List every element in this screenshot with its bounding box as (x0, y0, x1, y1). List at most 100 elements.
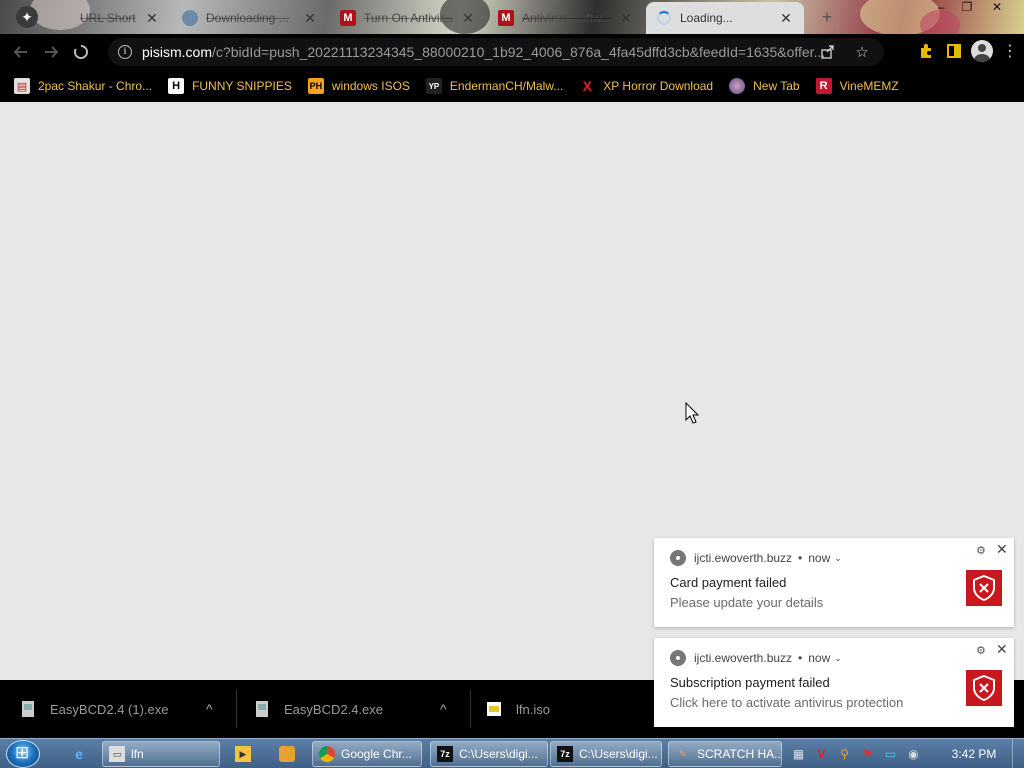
notification-title: Subscription payment failed (670, 675, 830, 690)
settings-gear-icon[interactable]: ⚙ (976, 544, 986, 557)
bookmark-star-icon[interactable]: ☆ (848, 38, 876, 66)
chrome-icon (319, 746, 335, 762)
notification-card[interactable]: ijcti.ewoverth.buzz • now ⌄ ⚙ ✕ Card pay… (654, 538, 1014, 627)
reload-spinner-icon (74, 45, 88, 59)
close-icon[interactable]: ✕ (996, 641, 1008, 658)
window-icon: ▭ (109, 746, 125, 762)
tab-title: URL Short (80, 11, 136, 25)
network-icon[interactable]: ▦ (790, 746, 807, 763)
address-host: pisism.com (142, 44, 213, 60)
bookmark-label: New Tab (753, 79, 800, 93)
tab-close-icon[interactable]: ✕ (302, 10, 318, 27)
bookmark-windows-isos[interactable]: PH windows ISOS (307, 78, 410, 94)
taskbar-button-label: SCRATCH HA... (697, 747, 782, 761)
bookmark-label: VineMEMZ (839, 79, 899, 93)
antivirus-v-icon[interactable]: V (813, 746, 830, 763)
globe-icon (182, 10, 198, 26)
tab-downloading[interactable]: Downloading ... ✕ (172, 4, 328, 32)
download-filename: lfn.iso (516, 701, 550, 717)
tab-turn-on-antivirus[interactable]: M Turn On Antivir... ✕ (330, 4, 486, 32)
chevron-down-icon[interactable]: ⌄ (834, 553, 842, 564)
show-desktop-button[interactable] (1012, 739, 1024, 768)
taskbar-button-7zip-2[interactable]: 7z C:\Users\digi... (550, 741, 662, 767)
taskbar-button-scratch[interactable]: ✎ SCRATCH HA... (668, 741, 782, 767)
separator-dot: • (798, 651, 803, 665)
7zip-icon: 7z (437, 746, 453, 762)
iso-file-icon (487, 702, 501, 716)
ph-logo-icon: PH (307, 78, 324, 94)
bookmark-label: FUNNY SNIPPIES (192, 79, 292, 93)
stop-loading-button[interactable] (66, 37, 96, 67)
back-button[interactable] (6, 37, 36, 67)
tab-close-icon[interactable]: ✕ (460, 10, 476, 27)
chevron-up-icon[interactable]: ^ (206, 701, 213, 717)
globe-icon (729, 78, 746, 94)
7zip-icon: 7z (557, 746, 573, 762)
address-path: /c?bidId=push_20221113234345_88000210_1b… (212, 44, 826, 60)
bookmark-endermanch[interactable]: YP EndermanCH/Malw... (425, 78, 563, 94)
profile-avatar[interactable] (968, 37, 996, 65)
profile-logo-icon[interactable]: ✦ (16, 6, 38, 28)
windows-taskbar: e ▭ lfn ▶ Google Chr... 7z C:\Users\digi… (0, 738, 1024, 768)
tab-close-icon[interactable]: ✕ (618, 10, 634, 27)
notification-card[interactable]: ijcti.ewoverth.buzz • now ⌄ ⚙ ✕ Subscrip… (654, 638, 1014, 727)
menu-kebab-icon[interactable]: ⋮ (996, 37, 1024, 65)
firewall-icon[interactable] (276, 743, 298, 765)
divider (236, 690, 237, 728)
x-logo-icon: X (582, 78, 592, 94)
download-item[interactable]: EasyBCD2.4 (1).exe ^ (20, 680, 230, 738)
tab-loading-active[interactable]: Loading... ✕ (646, 2, 804, 34)
chrome-icon (670, 650, 686, 666)
chevron-down-icon[interactable]: ⌄ (834, 653, 842, 664)
tab-favicon-icon (56, 10, 72, 26)
volume-icon[interactable]: ◉ (905, 746, 922, 763)
settings-gear-icon[interactable]: ⚙ (976, 644, 986, 657)
tab-close-icon[interactable]: ✕ (144, 10, 160, 27)
display-icon[interactable]: ▭ (882, 746, 899, 763)
bookmark-label: XP Horror Download (603, 79, 714, 93)
close-icon[interactable]: ✕ (996, 541, 1008, 558)
search-icon[interactable]: ⚲ (836, 746, 853, 763)
side-panel-icon[interactable] (940, 37, 968, 65)
notification-body: Please update your details (670, 595, 824, 610)
exe-file-icon (256, 701, 268, 717)
h-logo-icon: H (168, 78, 185, 94)
bookmark-xp-horror[interactable]: X XP Horror Download (579, 78, 714, 94)
taskbar-button-7zip-1[interactable]: 7z C:\Users\digi... (430, 741, 548, 767)
minimize-button[interactable]: – (928, 0, 954, 16)
bookmark-new-tab[interactable]: New Tab (729, 78, 800, 94)
close-window-button[interactable]: ✕ (984, 0, 1010, 16)
taskbar-button-chrome[interactable]: Google Chr... (312, 741, 422, 767)
restore-button[interactable]: ❐ (954, 0, 980, 16)
download-filename: EasyBCD2.4 (1).exe (50, 701, 169, 717)
extensions-puzzle-icon[interactable] (912, 37, 940, 65)
bookmark-2pac[interactable]: ▤ 2pac Shakur - Chro... (14, 78, 152, 94)
browser-toolbar: i pisism.com /c?bidId=push_2022111323434… (0, 34, 1024, 70)
flag-icon[interactable]: ⚑ (859, 746, 876, 763)
site-info-icon[interactable]: i (118, 45, 132, 59)
internet-explorer-icon[interactable]: e (68, 743, 90, 765)
chevron-up-icon[interactable]: ^ (440, 701, 447, 717)
bookmark-funny-snippies[interactable]: H FUNNY SNIPPIES (168, 78, 292, 94)
media-player-icon[interactable]: ▶ (232, 743, 254, 765)
share-icon[interactable] (814, 38, 842, 66)
address-bar[interactable]: i pisism.com /c?bidId=push_2022111323434… (108, 38, 884, 66)
bookmark-label: 2pac Shakur - Chro... (38, 79, 153, 93)
shield-favicon-icon: M (498, 10, 514, 26)
new-tab-button[interactable]: + (816, 6, 838, 28)
forward-button[interactable] (36, 37, 66, 67)
bookmark-vinememz[interactable]: R VineMEMZ (815, 78, 899, 94)
notification-header: ijcti.ewoverth.buzz • now ⌄ (670, 650, 842, 666)
start-button[interactable] (6, 740, 40, 768)
tab-url-short[interactable]: URL Short ✕ (46, 4, 170, 32)
notification-title: Card payment failed (670, 575, 787, 590)
download-item[interactable]: EasyBCD2.4.exe ^ (254, 680, 464, 738)
download-item[interactable]: lfn.iso (486, 680, 646, 738)
tab-antivirus-software[interactable]: M Antivirus Softw... ✕ (488, 4, 644, 32)
notification-body: Click here to activate antivirus protect… (670, 695, 904, 710)
taskbar-button-lfn[interactable]: ▭ lfn (102, 741, 220, 767)
tab-strip: ✦ URL Short ✕ Downloading ... ✕ M Turn O… (0, 0, 1024, 34)
r-logo-icon: R (815, 78, 832, 94)
clock[interactable]: 3:42 PM (944, 739, 1004, 768)
tab-close-icon[interactable]: ✕ (778, 10, 794, 27)
